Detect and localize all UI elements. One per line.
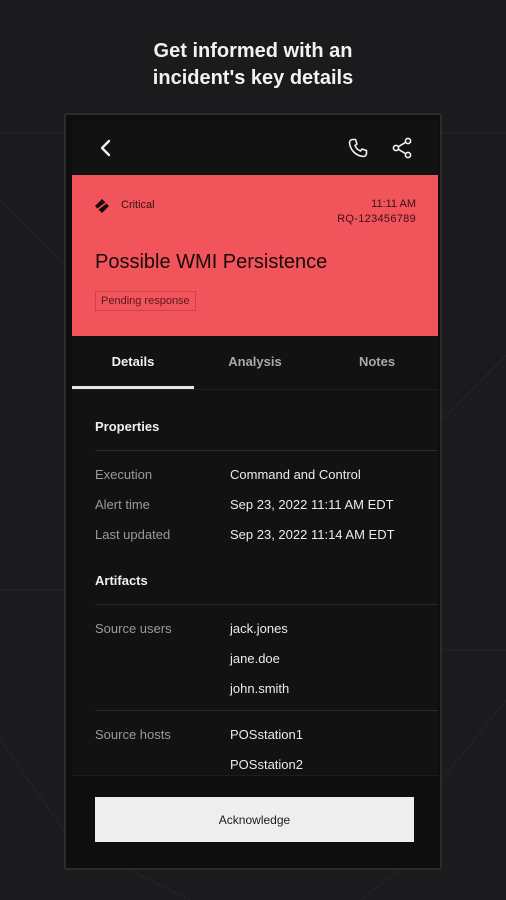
alert-time-label: Alert time <box>95 497 150 512</box>
source-users-label: Source users <box>95 621 172 636</box>
source-hosts-label: Source hosts <box>95 727 171 742</box>
acknowledge-button[interactable]: Acknowledge <box>95 797 414 842</box>
phone-frame: Critical 11:11 AM RQ-123456789 Possible … <box>64 113 442 870</box>
alert-time-value: Sep 23, 2022 11:11 AM EDT <box>230 497 394 512</box>
incident-title: Possible WMI Persistence <box>95 251 328 273</box>
source-user-item: jack.jones <box>230 621 288 636</box>
properties-heading: Properties <box>95 419 160 434</box>
chevron-left-icon[interactable] <box>94 136 118 160</box>
action-footer: Acknowledge <box>72 775 438 866</box>
last-updated-label: Last updated <box>95 527 171 542</box>
tab-notes[interactable]: Notes <box>316 336 438 389</box>
artifacts-heading: Artifacts <box>95 573 148 588</box>
incident-header-card: Critical 11:11 AM RQ-123456789 Possible … <box>72 175 438 336</box>
incident-reference: RQ-123456789 <box>337 213 416 225</box>
tab-details[interactable]: Details <box>72 336 194 389</box>
critical-severity-icon <box>95 199 109 213</box>
source-host-item: POSstation2 <box>230 757 303 772</box>
headline-line-1: Get informed with an <box>153 40 353 62</box>
app-screen: Critical 11:11 AM RQ-123456789 Possible … <box>72 121 438 866</box>
source-user-item: john.smith <box>230 681 290 696</box>
last-updated-value: Sep 23, 2022 11:14 AM EDT <box>230 527 395 542</box>
incident-tabs: Details Analysis Notes <box>72 336 438 390</box>
marketing-headline: Get informed with an incident's key deta… <box>0 38 506 92</box>
details-panel: Properties Execution Command and Control… <box>72 389 438 775</box>
app-top-bar <box>72 121 438 175</box>
phone-icon[interactable] <box>346 136 370 160</box>
source-user-item: jane.doe <box>230 651 280 666</box>
share-icon[interactable] <box>390 136 414 160</box>
status-badge: Pending response <box>95 291 196 311</box>
tab-analysis[interactable]: Analysis <box>194 336 316 389</box>
artifacts-divider <box>95 604 438 605</box>
severity-label: Critical <box>121 199 155 211</box>
properties-divider <box>95 450 438 451</box>
incident-time: 11:11 AM <box>371 198 416 210</box>
source-users-divider <box>95 710 438 711</box>
headline-line-2: incident's key details <box>152 67 354 89</box>
source-host-item: POSstation1 <box>230 727 303 742</box>
execution-label: Execution <box>95 467 153 482</box>
execution-value: Command and Control <box>230 467 361 482</box>
